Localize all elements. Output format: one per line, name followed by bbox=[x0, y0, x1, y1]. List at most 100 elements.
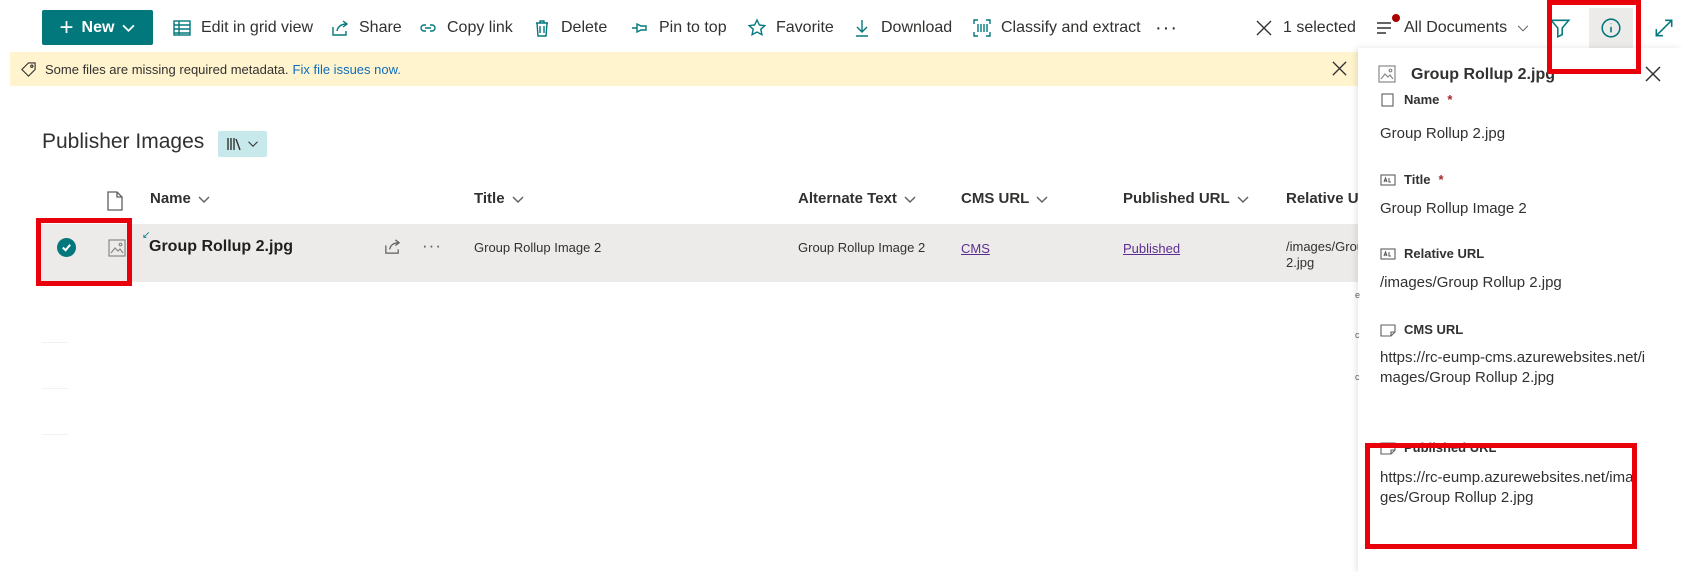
more-commands-button[interactable]: ··· bbox=[1155, 14, 1178, 42]
field-value-cms-url[interactable]: https://rc-eump-cms.azurewebsites.net/im… bbox=[1380, 348, 1650, 408]
command-bar: + New Edit in grid view Share Copy link … bbox=[0, 0, 1682, 54]
truncated-text: c bbox=[1355, 330, 1360, 340]
favorite-label: Favorite bbox=[776, 19, 834, 36]
chevron-down-icon bbox=[122, 24, 135, 32]
close-icon[interactable] bbox=[1331, 60, 1348, 77]
highlight-box-row-selection bbox=[36, 218, 132, 286]
required-marker: * bbox=[1447, 92, 1453, 107]
library-switcher-button[interactable] bbox=[218, 131, 267, 157]
tag-icon bbox=[21, 61, 36, 77]
scan-icon bbox=[973, 19, 991, 37]
truncated-text: c bbox=[1355, 372, 1360, 382]
page-title: Publisher Images bbox=[42, 130, 205, 153]
column-header-cms-url[interactable]: CMS URL bbox=[961, 190, 1048, 207]
banner-text: Some files are missing required metadata… bbox=[45, 61, 289, 77]
share-icon bbox=[332, 20, 349, 36]
column-header-alternate-text-label: Alternate Text bbox=[798, 190, 897, 207]
field-label-title-text: Title bbox=[1404, 172, 1431, 187]
row-relative-url-cell: /images/Group Rollup 2.jpg bbox=[1286, 239, 1358, 271]
clear-selection-button[interactable]: 1 selected bbox=[1254, 14, 1356, 42]
delete-button[interactable]: Delete bbox=[532, 14, 607, 42]
column-header-name-label: Name bbox=[150, 190, 191, 207]
field-label-name-text: Name bbox=[1404, 92, 1440, 107]
column-header-name[interactable]: Name bbox=[150, 190, 210, 207]
classify-extract-label: Classify and extract bbox=[1001, 19, 1141, 36]
row-alternate-text-cell: Group Rollup Image 2 bbox=[798, 240, 926, 255]
notification-dot bbox=[1392, 14, 1400, 22]
field-value-relative-url[interactable]: /images/Group Rollup 2.jpg bbox=[1380, 273, 1650, 293]
link-icon bbox=[420, 24, 436, 32]
share-icon[interactable] bbox=[383, 237, 402, 256]
truncated-text: e bbox=[1355, 290, 1361, 300]
selected-count: 1 selected bbox=[1283, 19, 1356, 36]
share-label: Share bbox=[359, 19, 402, 36]
highlight-box-info-button bbox=[1547, 0, 1641, 74]
close-icon[interactable] bbox=[1644, 65, 1662, 83]
download-button[interactable]: Download bbox=[852, 14, 952, 42]
row-more-actions-button[interactable]: ··· bbox=[422, 236, 442, 256]
divider bbox=[42, 434, 68, 435]
field-label-cms-url: CMS URL bbox=[1380, 322, 1463, 337]
trash-icon bbox=[536, 20, 548, 37]
divider bbox=[42, 342, 68, 343]
field-label-relative-url-text: Relative URL bbox=[1404, 246, 1485, 261]
pin-to-top-label: Pin to top bbox=[659, 19, 727, 36]
chevron-down-icon bbox=[512, 196, 524, 203]
download-label: Download bbox=[881, 19, 953, 36]
new-button-label: New bbox=[81, 18, 115, 36]
field-value-title[interactable]: Group Rollup Image 2 bbox=[1380, 199, 1650, 219]
delete-label: Delete bbox=[561, 19, 608, 36]
chevron-down-icon bbox=[904, 196, 916, 203]
column-header-relative-url-label: Relative URL bbox=[1286, 190, 1358, 207]
grid-icon bbox=[173, 20, 191, 36]
chevron-down-icon bbox=[198, 196, 210, 203]
divider bbox=[42, 388, 68, 389]
metadata-warning-banner: Some files are missing required metadata… bbox=[10, 52, 1358, 86]
new-button[interactable]: + New bbox=[42, 10, 153, 45]
fix-file-issues-link[interactable]: Fix file issues now. bbox=[293, 62, 401, 77]
text-field-icon bbox=[1380, 173, 1396, 186]
classify-extract-button[interactable]: Classify and extract bbox=[972, 14, 1141, 42]
field-label-name: Name * bbox=[1380, 92, 1452, 107]
star-icon bbox=[747, 18, 767, 37]
column-header-cms-url-label: CMS URL bbox=[961, 190, 1030, 207]
file-type-header-icon[interactable] bbox=[106, 191, 124, 211]
expand-icon bbox=[1655, 19, 1673, 37]
edit-grid-view-button[interactable]: Edit in grid view bbox=[172, 14, 313, 42]
chevron-down-icon bbox=[1036, 196, 1048, 203]
field-label-cms-url-text: CMS URL bbox=[1404, 322, 1464, 337]
required-marker: * bbox=[1438, 172, 1444, 187]
column-header-published-url-label: Published URL bbox=[1123, 190, 1230, 207]
view-selector-label: All Documents bbox=[1404, 19, 1508, 36]
chevron-down-icon bbox=[1237, 196, 1249, 203]
pin-to-top-button[interactable]: Pin to top bbox=[630, 14, 727, 42]
row-published-url-link[interactable]: Published bbox=[1123, 241, 1180, 256]
column-header-relative-url[interactable]: Relative URL bbox=[1286, 190, 1358, 207]
image-file-icon bbox=[1378, 65, 1396, 83]
view-options-icon bbox=[1377, 22, 1391, 34]
row-cms-url-link[interactable]: CMS bbox=[961, 241, 990, 256]
checkbox-field-icon bbox=[1381, 92, 1394, 107]
row-relative-url-line-2: 2.jpg bbox=[1286, 255, 1315, 270]
field-value-name[interactable]: Group Rollup 2.jpg bbox=[1380, 124, 1650, 144]
copy-link-button[interactable]: Copy link bbox=[418, 14, 513, 42]
field-label-relative-url: Relative URL bbox=[1380, 246, 1484, 261]
favorite-button[interactable]: Favorite bbox=[747, 14, 834, 42]
share-button[interactable]: Share bbox=[330, 14, 402, 42]
highlight-box-published-url bbox=[1365, 443, 1637, 549]
details-pane-title: Group Rollup 2.jpg bbox=[1411, 66, 1555, 83]
column-header-title-label: Title bbox=[474, 190, 505, 207]
plus-icon: + bbox=[59, 13, 74, 41]
more-dots-icon: ··· bbox=[1155, 16, 1178, 39]
column-header-published-url[interactable]: Published URL bbox=[1123, 190, 1249, 207]
copy-link-label: Copy link bbox=[447, 19, 513, 36]
pin-icon bbox=[632, 22, 647, 34]
row-file-name[interactable]: Group Rollup 2.jpg bbox=[149, 238, 293, 256]
chevron-down-icon bbox=[248, 141, 258, 147]
field-label-title: Title * bbox=[1380, 172, 1444, 187]
chevron-down-icon bbox=[1517, 25, 1529, 32]
row-title-cell: Group Rollup Image 2 bbox=[474, 240, 602, 255]
column-header-title[interactable]: Title bbox=[474, 190, 524, 207]
expand-button[interactable] bbox=[1642, 8, 1682, 48]
column-header-alternate-text[interactable]: Alternate Text bbox=[798, 190, 916, 207]
